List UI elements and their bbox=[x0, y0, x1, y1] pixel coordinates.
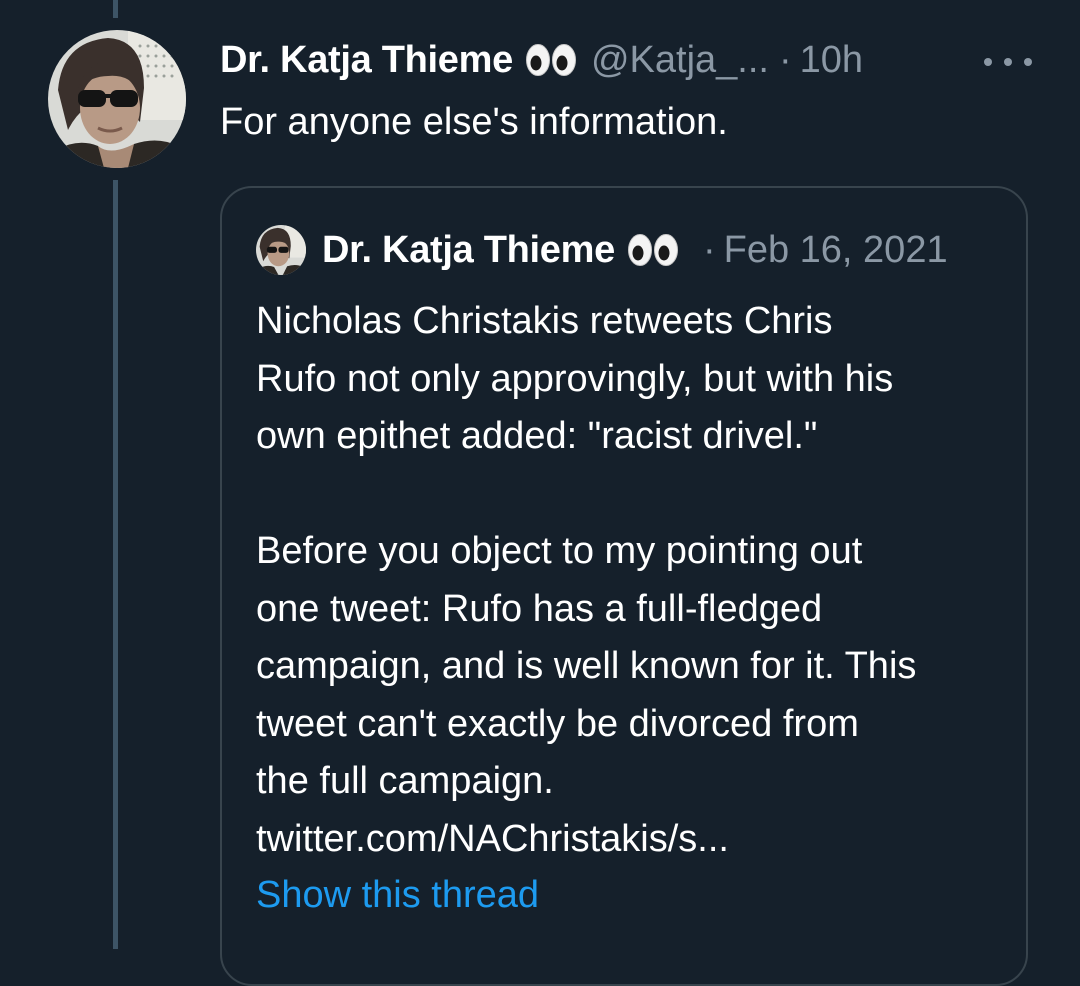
text-line: own epithet added: "racist drivel." bbox=[256, 415, 818, 457]
text-line: tweet can't exactly be divorced from bbox=[256, 702, 859, 745]
quoted-tweet-text: Nicholas Christakis retweets Chris Rufo … bbox=[256, 293, 1016, 868]
more-dot bbox=[1004, 58, 1012, 66]
quoted-tweet-date: Feb 16, 2021 bbox=[723, 228, 948, 271]
separator-dot: · bbox=[702, 228, 716, 271]
eyes-emoji-icon bbox=[525, 43, 577, 77]
text-line: Rufo not only approvingly, but with his bbox=[256, 357, 894, 400]
separator-dot: · bbox=[778, 38, 792, 81]
quoted-tweet-card[interactable]: Dr. Katja Thieme · Feb 16, 2021 Nicholas… bbox=[220, 186, 1028, 986]
quoted-tweet-link: twitter.com/NAChristakis/s... bbox=[256, 817, 729, 860]
text-line: the full campaign. bbox=[256, 760, 554, 802]
eyes-emoji-icon bbox=[627, 233, 679, 267]
thread-line bbox=[113, 180, 118, 949]
text-line: Nicholas Christakis retweets Chris bbox=[256, 300, 833, 342]
quoted-avatar-image bbox=[256, 225, 306, 275]
tweet-text: For anyone else's information. bbox=[220, 101, 728, 143]
quoted-avatar bbox=[256, 225, 306, 275]
tweet-header: Dr. Katja Thieme @Katja_... · 10h bbox=[220, 36, 863, 84]
author-handle[interactable]: @Katja_... bbox=[591, 39, 769, 82]
quoted-tweet-header: Dr. Katja Thieme · Feb 16, 2021 bbox=[256, 224, 948, 276]
thread-line bbox=[113, 0, 118, 18]
more-dot bbox=[1024, 58, 1032, 66]
tweet-timestamp[interactable]: 10h bbox=[800, 39, 863, 82]
avatar-image bbox=[48, 30, 186, 168]
show-thread-link[interactable]: Show this thread bbox=[256, 874, 539, 917]
quoted-author-name: Dr. Katja Thieme bbox=[322, 228, 615, 271]
avatar[interactable] bbox=[48, 30, 186, 168]
text-line: Before you object to my pointing out bbox=[256, 530, 863, 572]
more-options-icon[interactable] bbox=[984, 44, 1032, 80]
text-line: one tweet: Rufo has a full-fledged bbox=[256, 587, 823, 630]
paragraph-break bbox=[256, 466, 1016, 524]
more-dot bbox=[984, 58, 992, 66]
text-line: campaign, and is well known for it. This bbox=[256, 645, 917, 687]
author-name[interactable]: Dr. Katja Thieme bbox=[220, 39, 513, 82]
